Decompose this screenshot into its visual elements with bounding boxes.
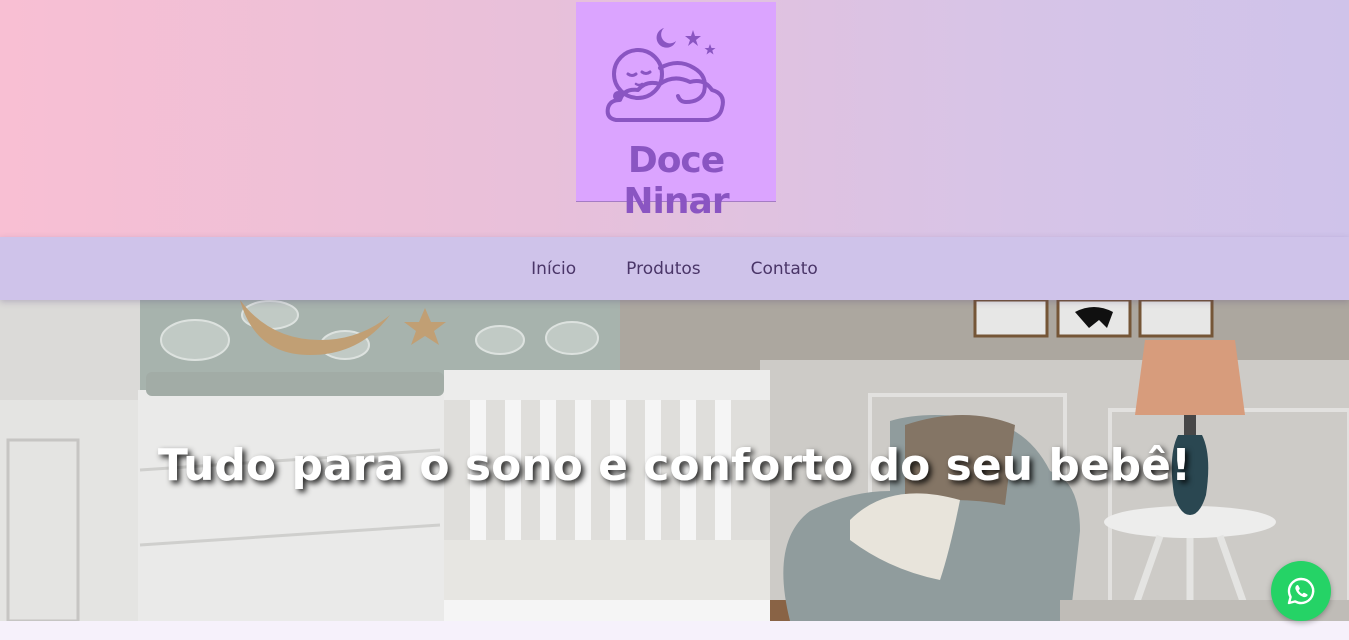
brand-name: Doce Ninar [623, 140, 729, 222]
sleeping-baby-on-cloud-icon [605, 28, 725, 122]
whatsapp-icon [1287, 577, 1315, 605]
hero-banner: Tudo para o sono e conforto do seu bebê! [0, 300, 1349, 621]
site-header: Doce Ninar [0, 0, 1349, 237]
nav-link-inicio[interactable]: Início [531, 259, 576, 279]
main-nav: Início Produtos Contato [0, 237, 1349, 300]
hero-title: Tudo para o sono e conforto do seu bebê! [157, 440, 1192, 491]
nav-link-produtos[interactable]: Produtos [626, 259, 700, 279]
brand-logo[interactable]: Doce Ninar [576, 2, 776, 222]
page-bottom-strip [0, 621, 1349, 640]
whatsapp-button[interactable] [1271, 561, 1331, 621]
nav-link-contato[interactable]: Contato [751, 259, 818, 279]
